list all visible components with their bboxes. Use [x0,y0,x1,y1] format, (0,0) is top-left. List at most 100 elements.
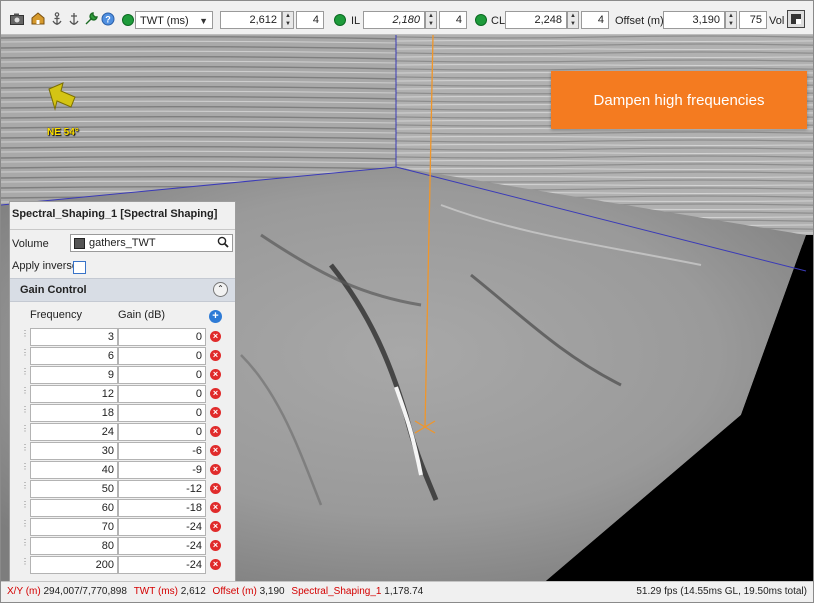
offset-spinner[interactable]: ▲ ▼ [725,11,737,29]
table-row[interactable]: ⋮⋮ 12 0 × [10,385,235,404]
status-twt-value: 2,612 [180,586,206,597]
delete-row-icon[interactable]: × [210,350,221,361]
volume-icon [74,238,85,249]
gain-cell[interactable]: -24 [118,537,206,555]
table-row[interactable]: ⋮⋮ 6 0 × [10,347,235,366]
drag-handle-icon[interactable]: ⋮⋮ [21,463,36,476]
gain-cell[interactable]: 0 [118,366,206,384]
offset-input[interactable]: 3,190 [663,11,725,29]
gain-cell[interactable]: -6 [118,442,206,460]
cl-step-input[interactable]: 4 [581,11,609,29]
table-row[interactable]: ⋮⋮ 18 0 × [10,404,235,423]
cl-input[interactable]: 2,248 [505,11,567,29]
table-row[interactable]: ⋮⋮ 30 -6 × [10,442,235,461]
status-light-icon [122,14,134,26]
volume-display-icon[interactable] [787,10,805,28]
xy-label: X/Y (m) [7,586,41,597]
drag-handle-icon[interactable]: ⋮⋮ [21,501,36,514]
gain-cell[interactable]: 0 [118,328,206,346]
gain-cell[interactable]: -18 [118,499,206,517]
delete-row-icon[interactable]: × [210,426,221,437]
frequency-cell[interactable]: 60 [30,499,118,517]
frequency-cell[interactable]: 40 [30,461,118,479]
collapse-icon[interactable]: ⌃ [213,282,228,297]
domain-select-value: TWT (ms) [140,15,189,27]
drag-handle-icon[interactable]: ⋮⋮ [21,368,36,381]
cl-spinner[interactable]: ▲ ▼ [567,11,579,29]
table-row[interactable]: ⋮⋮ 40 -9 × [10,461,235,480]
offset-step-input[interactable]: 75 [739,11,767,29]
gain-cell[interactable]: 0 [118,423,206,441]
delete-row-icon[interactable]: × [210,559,221,570]
table-row[interactable]: ⋮⋮ 70 -24 × [10,518,235,537]
apply-inverse-checkbox[interactable] [73,261,86,274]
il-input[interactable]: 2,180 [363,11,425,29]
table-row[interactable]: ⋮⋮ 60 -18 × [10,499,235,518]
table-row[interactable]: ⋮⋮ 200 -24 × [10,556,235,575]
table-row[interactable]: ⋮⋮ 80 -24 × [10,537,235,556]
gain-cell[interactable]: -12 [118,480,206,498]
frequency-cell[interactable]: 6 [30,347,118,365]
delete-row-icon[interactable]: × [210,388,221,399]
frequency-cell[interactable]: 18 [30,404,118,422]
add-row-icon[interactable]: + [209,310,222,323]
delete-row-icon[interactable]: × [210,540,221,551]
svg-text:?: ? [105,14,111,24]
gain-cell[interactable]: 0 [118,404,206,422]
anchor-icon[interactable] [49,11,64,26]
frequency-cell[interactable]: 30 [30,442,118,460]
home-icon[interactable] [30,11,45,26]
il-spinner[interactable]: ▲ ▼ [425,11,437,29]
delete-row-icon[interactable]: × [210,483,221,494]
camera-icon[interactable] [9,11,24,26]
frequency-cell[interactable]: 9 [30,366,118,384]
il-step-input[interactable]: 4 [439,11,467,29]
search-icon[interactable] [217,236,229,251]
drag-handle-icon[interactable]: ⋮⋮ [21,558,36,571]
gain-control-header[interactable]: Gain Control ⌃ [10,278,235,302]
domain-select[interactable]: TWT (ms) ▼ [135,11,213,29]
frequency-cell[interactable]: 3 [30,328,118,346]
drag-handle-icon[interactable]: ⋮⋮ [21,349,36,362]
gain-cell[interactable]: -9 [118,461,206,479]
drag-handle-icon[interactable]: ⋮⋮ [21,482,36,495]
drag-handle-icon[interactable]: ⋮⋮ [21,330,36,343]
gain-cell[interactable]: -24 [118,556,206,574]
gain-cell[interactable]: -24 [118,518,206,536]
drag-handle-icon[interactable]: ⋮⋮ [21,406,36,419]
frequency-cell[interactable]: 200 [30,556,118,574]
gain-cell[interactable]: 0 [118,347,206,365]
volume-label: Volume [12,238,49,250]
frequency-cell[interactable]: 50 [30,480,118,498]
anchor-down-icon[interactable] [66,11,81,26]
drag-handle-icon[interactable]: ⋮⋮ [21,387,36,400]
wrench-icon[interactable] [83,11,98,26]
delete-row-icon[interactable]: × [210,502,221,513]
drag-handle-icon[interactable]: ⋮⋮ [21,444,36,457]
table-row[interactable]: ⋮⋮ 3 0 × [10,328,235,347]
help-icon[interactable]: ? [100,11,115,26]
delete-row-icon[interactable]: × [210,521,221,532]
frequency-cell[interactable]: 12 [30,385,118,403]
twt-spinner[interactable]: ▲ ▼ [282,11,294,29]
delete-row-icon[interactable]: × [210,445,221,456]
delete-row-icon[interactable]: × [210,464,221,475]
frequency-cell[interactable]: 70 [30,518,118,536]
twt-step-input[interactable]: 4 [296,11,324,29]
twt-input[interactable]: 2,612 [220,11,282,29]
drag-handle-icon[interactable]: ⋮⋮ [21,520,36,533]
table-row[interactable]: ⋮⋮ 9 0 × [10,366,235,385]
frequency-cell[interactable]: 80 [30,537,118,555]
compass-arrow-icon [41,79,101,169]
table-row[interactable]: ⋮⋮ 50 -12 × [10,480,235,499]
drag-handle-icon[interactable]: ⋮⋮ [21,425,36,438]
delete-row-icon[interactable]: × [210,407,221,418]
panel-divider [10,229,235,230]
delete-row-icon[interactable]: × [210,331,221,342]
drag-handle-icon[interactable]: ⋮⋮ [21,539,36,552]
gain-cell[interactable]: 0 [118,385,206,403]
delete-row-icon[interactable]: × [210,369,221,380]
frequency-cell[interactable]: 24 [30,423,118,441]
volume-field[interactable]: gathers_TWT [70,234,233,252]
table-row[interactable]: ⋮⋮ 24 0 × [10,423,235,442]
